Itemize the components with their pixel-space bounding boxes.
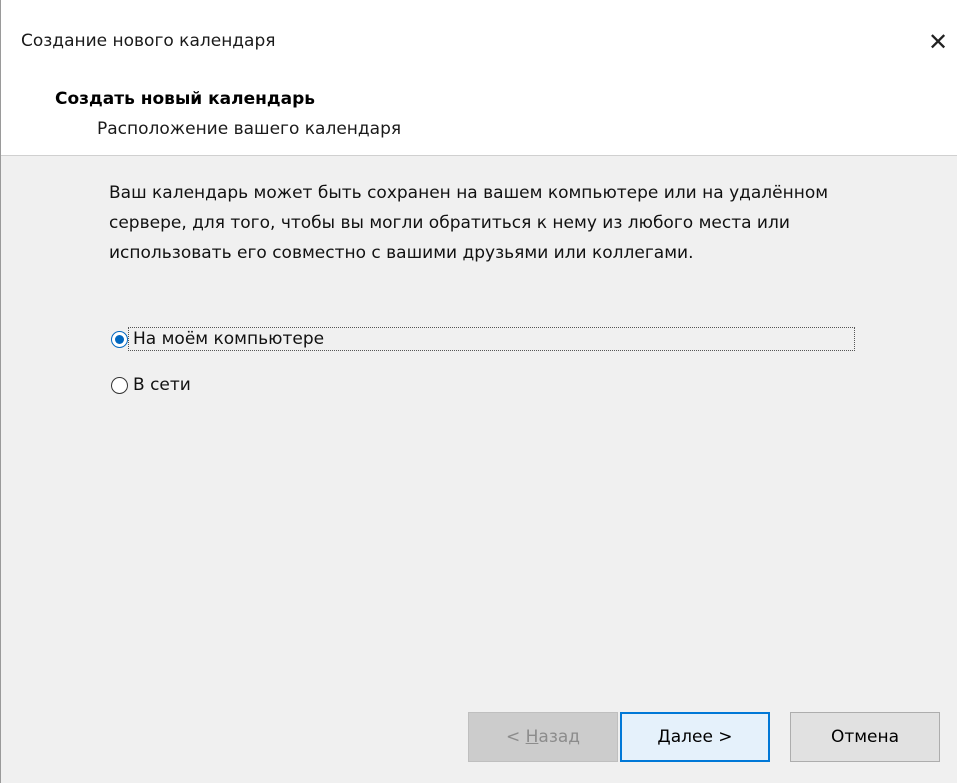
option-label-local: На моём компьютере — [133, 329, 325, 349]
back-accel-key: Н — [525, 727, 539, 747]
option-label-network: В сети — [133, 375, 191, 395]
cancel-label: Отмена — [830, 727, 900, 747]
page-subtitle: Расположение вашего календаря — [97, 119, 402, 139]
new-calendar-dialog: Создание нового календаря ✕ Создать новы… — [0, 0, 957, 783]
wizard-header: Создать новый календарь Расположение ваш… — [1, 84, 957, 156]
focus-outline: На моём компьютере — [128, 327, 855, 351]
close-button[interactable]: ✕ — [918, 22, 957, 62]
option-network[interactable]: В сети — [111, 375, 191, 395]
title-bar: Создание нового календаря ✕ — [1, 0, 957, 84]
radio-button-selected[interactable] — [111, 330, 128, 348]
close-icon: ✕ — [927, 28, 949, 56]
page-title: Создать новый календарь — [55, 89, 315, 109]
window-title: Создание нового календаря — [21, 31, 276, 51]
next-label: Далее > — [657, 727, 733, 747]
radio-button-unselected[interactable] — [111, 376, 128, 394]
cancel-button[interactable]: Отмена — [790, 712, 940, 762]
next-button[interactable]: Далее > — [620, 712, 770, 762]
back-button[interactable]: < Назад — [468, 712, 618, 762]
back-label-rest: азад — [538, 727, 581, 747]
option-local-computer[interactable]: На моём компьютере — [111, 327, 855, 351]
location-description: Ваш календарь может быть сохранен на ваш… — [109, 183, 829, 263]
back-prefix: < — [505, 727, 526, 747]
